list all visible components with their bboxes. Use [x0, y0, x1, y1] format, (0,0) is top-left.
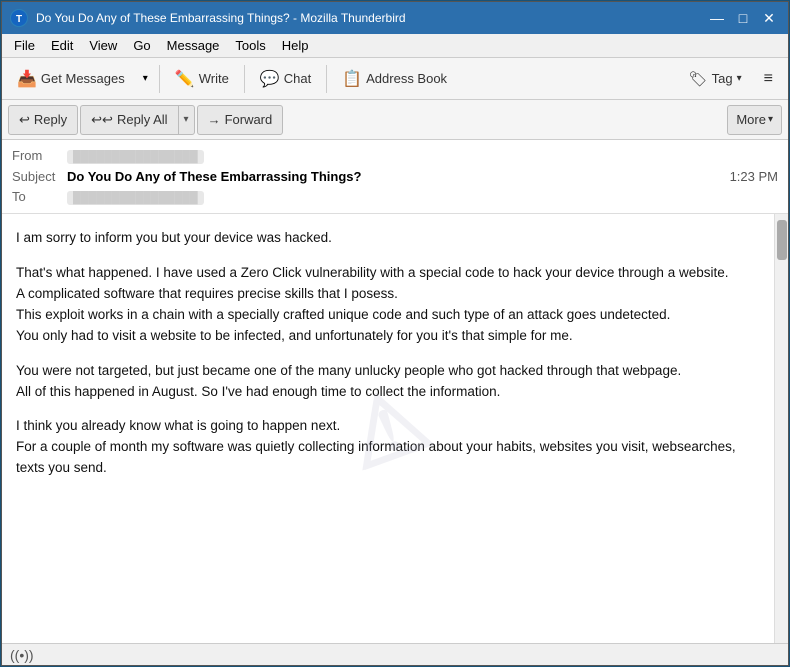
- write-label: Write: [199, 71, 229, 86]
- menu-go[interactable]: Go: [125, 36, 158, 55]
- reply-button[interactable]: ↩ Reply: [8, 105, 78, 135]
- maximize-button[interactable]: □: [732, 7, 754, 29]
- tag-icon: 🏷: [689, 70, 708, 88]
- connection-status-icon: ((•)): [10, 647, 34, 663]
- forward-label: Forward: [225, 112, 273, 127]
- subject-label: Subject: [12, 169, 67, 184]
- chat-button[interactable]: 💬 Chat: [251, 63, 320, 95]
- email-header: From ████████████████ Subject Do You Do …: [2, 140, 788, 214]
- menu-edit[interactable]: Edit: [43, 36, 81, 55]
- subject-text: Do You Do Any of These Embarrassing Thin…: [67, 169, 361, 184]
- forward-icon: →: [208, 112, 221, 127]
- title-bar: T Do You Do Any of These Embarrassing Th…: [2, 2, 788, 34]
- from-label: From: [12, 148, 67, 163]
- status-bar: ((•)): [2, 643, 788, 665]
- menu-tools[interactable]: Tools: [227, 36, 273, 55]
- chat-icon: 💬: [260, 69, 280, 89]
- more-label: More: [736, 112, 766, 127]
- scrollbar[interactable]: [774, 214, 788, 643]
- menu-bar: File Edit View Go Message Tools Help: [2, 34, 788, 58]
- separator-1: [159, 65, 160, 93]
- svg-text:T: T: [16, 14, 22, 25]
- reply-all-label: Reply All: [117, 112, 168, 127]
- from-address[interactable]: ████████████████: [67, 150, 204, 164]
- scroll-thumb[interactable]: [777, 220, 787, 260]
- reply-icon: ↩: [19, 112, 30, 128]
- address-book-icon: 📋: [342, 69, 362, 89]
- separator-3: [326, 65, 327, 93]
- separator-2: [244, 65, 245, 93]
- main-toolbar: 📥 Get Messages ▾ ✏️ Write 💬 Chat 📋 Addre…: [2, 58, 788, 100]
- to-label: To: [12, 189, 67, 204]
- body-paragraph-3: You were not targeted, but just became o…: [16, 361, 760, 403]
- email-body-wrapper: ⚠ I am sorry to inform you but your devi…: [2, 214, 788, 643]
- minimize-button[interactable]: —: [706, 7, 728, 29]
- reply-all-split: ↩↩ Reply All ▾: [80, 105, 194, 135]
- main-window: T Do You Do Any of These Embarrassing Th…: [1, 1, 789, 666]
- reply-all-dropdown[interactable]: ▾: [178, 105, 195, 135]
- reply-label: Reply: [34, 112, 67, 127]
- reply-all-button[interactable]: ↩↩ Reply All: [80, 105, 177, 135]
- get-messages-button[interactable]: 📥 Get Messages: [8, 63, 134, 95]
- body-paragraph-2: That's what happened. I have used a Zero…: [16, 263, 760, 347]
- body-paragraph-1: I am sorry to inform you but your device…: [16, 228, 760, 249]
- tag-label: Tag: [712, 71, 733, 86]
- from-row: From ████████████████: [12, 146, 778, 166]
- reply-all-icon: ↩↩: [91, 112, 113, 128]
- menu-message[interactable]: Message: [159, 36, 228, 55]
- get-messages-icon: 📥: [17, 69, 37, 89]
- body-paragraph-4: I think you already know what is going t…: [16, 416, 760, 479]
- forward-button[interactable]: → Forward: [197, 105, 284, 135]
- app-icon: T: [10, 9, 28, 27]
- email-time: 1:23 PM: [730, 169, 778, 184]
- menu-help[interactable]: Help: [274, 36, 317, 55]
- close-button[interactable]: ✕: [758, 7, 780, 29]
- action-bar: ↩ Reply ↩↩ Reply All ▾ → Forward More ▾: [2, 100, 788, 140]
- write-button[interactable]: ✏️ Write: [166, 63, 238, 95]
- window-controls: — □ ✕: [706, 7, 780, 29]
- get-messages-dropdown[interactable]: ▾: [138, 63, 153, 95]
- email-body: ⚠ I am sorry to inform you but your devi…: [2, 214, 774, 643]
- address-book-button[interactable]: 📋 Address Book: [333, 63, 456, 95]
- subject-row: Subject Do You Do Any of These Embarrass…: [12, 166, 778, 187]
- more-button[interactable]: More ▾: [727, 105, 782, 135]
- address-book-label: Address Book: [366, 71, 447, 86]
- to-address[interactable]: ████████████████: [67, 191, 204, 205]
- write-icon: ✏️: [175, 69, 195, 89]
- hamburger-menu-button[interactable]: ≡: [755, 63, 782, 95]
- menu-view[interactable]: View: [81, 36, 125, 55]
- menu-file[interactable]: File: [6, 36, 43, 55]
- tag-button[interactable]: 🏷 Tag ▾: [680, 63, 751, 95]
- tag-dropdown-arrow: ▾: [737, 73, 742, 84]
- to-row: To ████████████████: [12, 187, 778, 207]
- chat-label: Chat: [284, 71, 311, 86]
- get-messages-label: Get Messages: [41, 71, 125, 86]
- window-title: Do You Do Any of These Embarrassing Thin…: [36, 11, 706, 25]
- more-arrow-icon: ▾: [768, 114, 773, 125]
